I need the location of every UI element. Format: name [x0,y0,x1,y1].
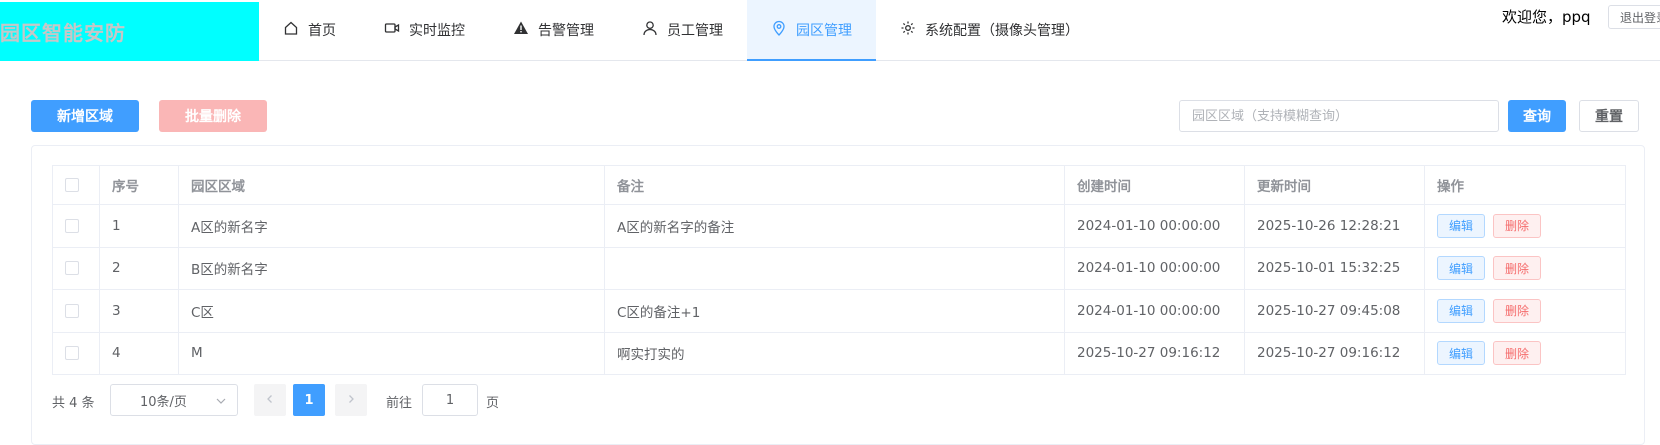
row-select-cell [52,204,100,248]
app-logo: 园区智能安防 [0,2,259,61]
row-checkbox[interactable] [65,303,79,318]
nav-item-settings[interactable]: 系统配置（摄像头管理） [876,0,1103,61]
user-icon [642,20,667,40]
row-checkbox[interactable] [65,346,79,361]
chevron-left-icon [265,392,275,408]
batch-delete-button[interactable]: 批量删除 [159,100,267,132]
column-header-index: 序号 [99,165,179,205]
delete-button[interactable]: 删除 [1493,341,1541,366]
page-size-select[interactable]: 10条/页 [110,384,238,416]
select-all-checkbox[interactable] [65,178,79,192]
cell-actions: 编辑 删除 [1424,331,1626,375]
warning-icon [513,20,538,40]
nav-label: 告警管理 [538,22,594,39]
cell-updated: 2025-10-26 12:28:21 [1244,204,1425,248]
cell-updated: 2025-10-01 15:32:25 [1244,246,1425,290]
nav-label: 实时监控 [409,22,465,39]
column-header-actions: 操作 [1424,165,1626,205]
edit-button[interactable]: 编辑 [1437,256,1485,281]
cell-area: C区 [178,289,605,333]
chevron-right-icon [346,392,356,408]
delete-button[interactable]: 删除 [1493,256,1541,281]
cell-area: B区的新名字 [178,246,605,290]
row-select-cell [52,246,100,290]
welcome-text: 欢迎您，ppq [1502,8,1591,26]
nav-label: 首页 [308,22,336,39]
cell-area: A区的新名字 [178,204,605,248]
edit-button[interactable]: 编辑 [1437,298,1485,323]
table-row: 1 A区的新名字 A区的新名字的备注 2024-01-10 00:00:00 2… [52,204,1626,248]
edit-button[interactable]: 编辑 [1437,341,1485,366]
cell-created: 2024-01-10 00:00:00 [1064,204,1245,248]
area-table: 序号 园区区域 备注 创建时间 更新时间 操作 1 A区的新名字 A区的新名字的… [52,165,1626,375]
cell-index: 2 [99,246,179,290]
area-search-input[interactable] [1179,100,1499,132]
nav-item-home[interactable]: 首页 [259,0,360,61]
column-header-area: 园区区域 [178,165,605,205]
home-icon [283,20,308,40]
cell-remark [604,246,1065,290]
nav-label: 员工管理 [667,22,723,39]
goto-page-input[interactable] [422,384,478,416]
cell-actions: 编辑 删除 [1424,289,1626,333]
reset-button[interactable]: 重置 [1579,100,1639,132]
nav-label: 系统配置（摄像头管理） [925,22,1079,39]
cell-actions: 编辑 删除 [1424,204,1626,248]
cell-actions: 编辑 删除 [1424,246,1626,290]
row-select-cell [52,289,100,333]
column-header-created: 创建时间 [1064,165,1245,205]
column-header-updated: 更新时间 [1244,165,1425,205]
main-nav: 首页 实时监控 告警管理 员工管理 园区管理 系统配置（摄像头管理） [259,0,1103,61]
select-all-cell [52,165,100,205]
prev-page-button[interactable] [254,384,286,416]
row-checkbox[interactable] [65,261,79,276]
table-row: 3 C区 C区的备注+1 2024-01-10 00:00:00 2025-10… [52,289,1626,333]
cell-remark: A区的新名字的备注 [604,204,1065,248]
cell-remark: C区的备注+1 [604,289,1065,333]
table-row: 4 M 啊实打实的 2025-10-27 09:16:12 2025-10-27… [52,331,1626,375]
nav-item-staff[interactable]: 员工管理 [618,0,747,61]
page-size-value: 10条/页 [140,394,187,410]
table-header-row: 序号 园区区域 备注 创建时间 更新时间 操作 [52,165,1626,205]
top-header: 园区智能安防 首页 实时监控 告警管理 员工管理 园区管理 系统配置（摄像头管理… [0,0,1660,61]
goto-prefix: 前往 [386,396,413,411]
next-page-button[interactable] [335,384,367,416]
location-icon [771,20,796,40]
cell-index: 3 [99,289,179,333]
nav-item-monitor[interactable]: 实时监控 [360,0,489,61]
edit-button[interactable]: 编辑 [1437,213,1485,238]
nav-label: 园区管理 [796,22,852,39]
page-number-current[interactable]: 1 [293,384,325,416]
cell-created: 2024-01-10 00:00:00 [1064,246,1245,290]
video-camera-icon [384,20,409,40]
cell-index: 4 [99,331,179,375]
row-select-cell [52,331,100,375]
cell-area: M [178,331,605,375]
nav-item-alarm[interactable]: 告警管理 [489,0,618,61]
delete-button[interactable]: 删除 [1493,298,1541,323]
cell-created: 2024-01-10 00:00:00 [1064,289,1245,333]
cell-created: 2025-10-27 09:16:12 [1064,331,1245,375]
cell-remark: 啊实打实的 [604,331,1065,375]
nav-item-park[interactable]: 园区管理 [747,0,876,61]
cell-updated: 2025-10-27 09:45:08 [1244,289,1425,333]
row-checkbox[interactable] [65,218,79,233]
logout-button[interactable]: 退出登录 [1608,5,1660,29]
delete-button[interactable]: 删除 [1493,213,1541,238]
cell-index: 1 [99,204,179,248]
table-row: 2 B区的新名字 2024-01-10 00:00:00 2025-10-01 … [52,246,1626,290]
cell-updated: 2025-10-27 09:16:12 [1244,331,1425,375]
gear-icon [900,20,925,40]
query-button[interactable]: 查询 [1508,100,1566,132]
add-area-button[interactable]: 新增区域 [31,100,139,132]
goto-suffix: 页 [486,396,500,411]
pagination-total: 共 4 条 [52,396,95,411]
column-header-remark: 备注 [604,165,1065,205]
